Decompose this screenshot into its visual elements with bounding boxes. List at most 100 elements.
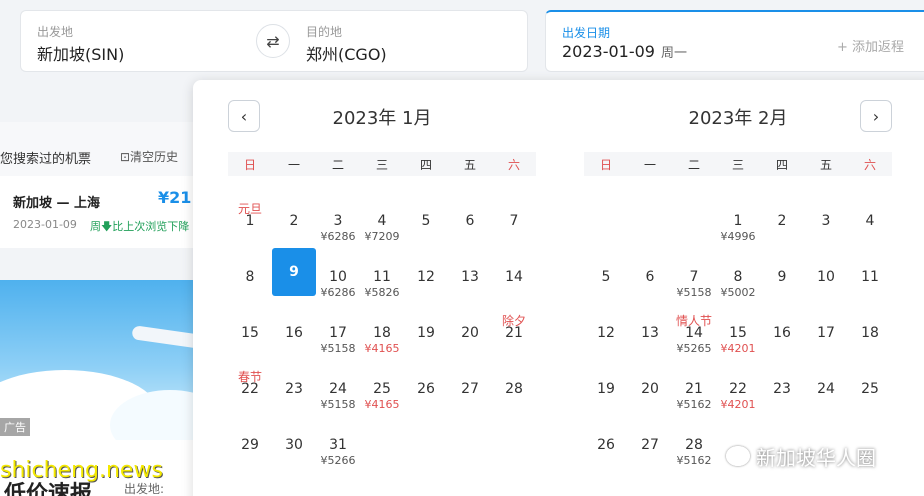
calendar-day[interactable]: 28 ¥5162 <box>672 424 716 474</box>
day-number: 23 <box>285 381 303 397</box>
calendar-day[interactable]: 13 <box>448 256 492 306</box>
calendar-day[interactable]: 5 <box>584 256 628 306</box>
calendar-day[interactable]: 18 <box>848 312 892 362</box>
day-number: 12 <box>597 325 615 341</box>
day-number: 13 <box>461 269 479 285</box>
calendar-day[interactable]: 12 <box>584 312 628 362</box>
calendar-day[interactable]: 2 <box>760 200 804 250</box>
weekday-label: 三 <box>731 158 744 172</box>
calendar-day[interactable]: 22 ¥4201 <box>716 368 760 418</box>
calendar-day[interactable]: 3 <box>804 200 848 250</box>
day-number: 7 <box>509 213 519 229</box>
day-number: 18 <box>861 325 879 341</box>
calendar-day[interactable]: 31 ¥5266 <box>316 424 360 474</box>
departure-field[interactable]: 出发地 新加坡(SIN) <box>20 10 274 72</box>
day-number: 2 <box>289 213 299 229</box>
day-number: 21 <box>505 325 523 341</box>
calendar-day[interactable]: 14 <box>492 256 536 306</box>
history-date: 2023-01-09 <box>13 218 77 231</box>
day-number: 26 <box>417 381 435 397</box>
weekday-label: 三 <box>375 158 388 172</box>
calendar-day[interactable]: 11 ¥5826 <box>360 256 404 306</box>
weekday-label: 二 <box>331 158 344 172</box>
day-number: 7 <box>689 269 699 285</box>
calendar-day[interactable]: 15 ¥4201 <box>716 312 760 362</box>
watermark-right: 新加坡华人圈 <box>726 442 876 470</box>
calendar-day[interactable]: 4 <box>848 200 892 250</box>
calendar-day[interactable]: 6 <box>448 200 492 250</box>
wechat-icon <box>726 446 750 466</box>
destination-label: 目的地 <box>306 25 343 39</box>
calendar-day[interactable]: 17 <box>804 312 848 362</box>
day-number: 16 <box>285 325 303 341</box>
day-price: ¥5826 <box>364 286 400 299</box>
day-number: 11 <box>373 269 391 285</box>
day-number: 24 <box>329 381 347 397</box>
calendar-day[interactable]: 10 <box>804 256 848 306</box>
history-trend: 周🡇比上次浏览下降 <box>90 218 189 237</box>
day-number: 25 <box>861 381 879 397</box>
calendar-day[interactable]: 24 <box>804 368 848 418</box>
weekday-header: 日一二三四五六 <box>228 152 536 176</box>
day-price: ¥4165 <box>364 342 400 355</box>
calendar-day[interactable]: 19 <box>404 312 448 362</box>
calendar-day[interactable]: 12 <box>404 256 448 306</box>
day-price: ¥5002 <box>720 286 756 299</box>
day-number: 29 <box>241 437 259 453</box>
calendar-day[interactable]: 29 <box>228 424 272 474</box>
history-card[interactable]: 新加坡 — 上海 ¥21 2023-01-09 周🡇比上次浏览下降 <box>0 176 200 248</box>
calendar-day[interactable]: 16 <box>760 312 804 362</box>
day-number: 8 <box>733 269 743 285</box>
day-number: 20 <box>641 381 659 397</box>
calendar-day[interactable]: 25 ¥4165 <box>360 368 404 418</box>
day-number: 2 <box>777 213 787 229</box>
calendar-day[interactable]: 8 <box>228 256 272 306</box>
calendar-day[interactable]: 18 ¥4165 <box>360 312 404 362</box>
calendar-day[interactable]: 15 <box>228 312 272 362</box>
day-price: ¥4201 <box>720 398 756 411</box>
calendar-day[interactable]: 20 <box>448 312 492 362</box>
calendar-day[interactable]: 5 <box>404 200 448 250</box>
day-number: 27 <box>641 437 659 453</box>
calendar-day[interactable]: 4 ¥7209 <box>360 200 404 250</box>
day-number: 3 <box>821 213 831 229</box>
calendar-day[interactable]: 8 ¥5002 <box>716 256 760 306</box>
calendar-day[interactable]: 7 <box>492 200 536 250</box>
departure-date-label: 出发日期 <box>562 26 611 40</box>
calendar-day[interactable]: 23 <box>760 368 804 418</box>
add-return-button[interactable]: + 添加返程 <box>837 36 904 55</box>
weekday-label: 日 <box>243 158 256 172</box>
calendar-day[interactable]: 1 ¥4996 <box>716 200 760 250</box>
calendar-day[interactable]: 元旦 1 <box>228 200 272 250</box>
weekday-label: 一 <box>643 158 656 172</box>
calendar-day[interactable]: 26 <box>584 424 628 474</box>
clear-history-button[interactable]: ⊡清空历史 <box>120 148 178 165</box>
history-price: ¥21 <box>158 188 192 207</box>
day-number: 10 <box>817 269 835 285</box>
destination-field[interactable]: 目的地 郑州(CGO) <box>274 10 528 72</box>
calendar-day[interactable]: 除夕 21 <box>492 312 536 362</box>
day-number: 14 <box>505 269 523 285</box>
history-route: 新加坡 — 上海 <box>13 196 101 211</box>
swap-cities-button[interactable]: ⇄ <box>256 24 290 58</box>
weekday-label: 二 <box>687 158 700 172</box>
calendar-day[interactable]: 25 <box>848 368 892 418</box>
day-number: 28 <box>685 437 703 453</box>
calendar-day[interactable]: 19 <box>584 368 628 418</box>
calendar-day[interactable]: 11 <box>848 256 892 306</box>
calendar-day[interactable]: 28 <box>492 368 536 418</box>
airplane-illustration <box>131 325 200 349</box>
calendar-day[interactable]: 春节 22 <box>228 368 272 418</box>
calendar-day[interactable]: 26 <box>404 368 448 418</box>
departure-date-field[interactable]: 出发日期 2023-01-09 周一 + 添加返程 <box>545 10 924 72</box>
day-number: 9 <box>289 264 299 280</box>
day-number: 12 <box>417 269 435 285</box>
calendar-day[interactable]: 9 <box>760 256 804 306</box>
calendar-day[interactable]: 27 <box>448 368 492 418</box>
weekday-label: 五 <box>819 158 832 172</box>
day-number: 6 <box>645 269 655 285</box>
day-number: 17 <box>817 325 835 341</box>
day-number: 25 <box>373 381 391 397</box>
ad-banner[interactable] <box>0 280 200 440</box>
weekday-label: 四 <box>419 158 432 172</box>
